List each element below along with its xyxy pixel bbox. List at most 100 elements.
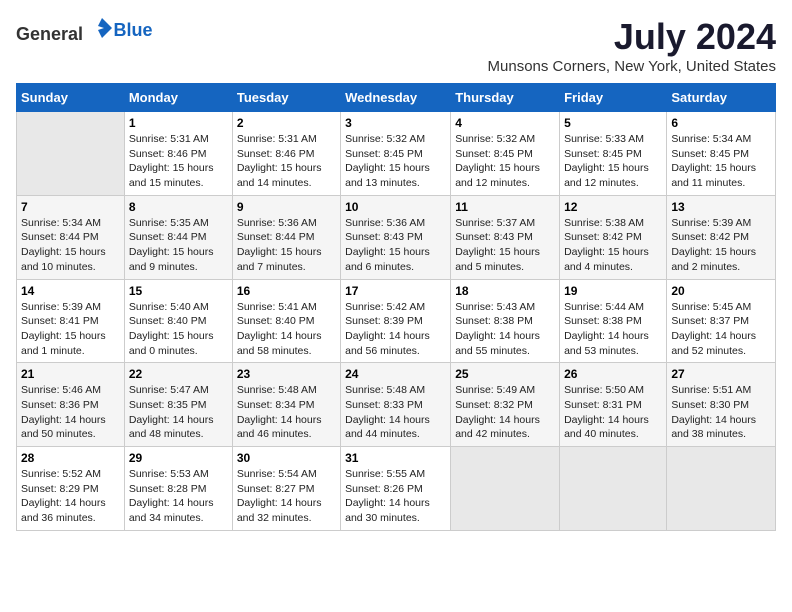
- day-number: 17: [345, 284, 446, 298]
- logo-icon: [90, 16, 114, 40]
- day-number: 2: [237, 116, 336, 130]
- day-info: Sunrise: 5:31 AM Sunset: 8:46 PM Dayligh…: [237, 132, 336, 191]
- day-info: Sunrise: 5:47 AM Sunset: 8:35 PM Dayligh…: [129, 383, 228, 442]
- day-info: Sunrise: 5:41 AM Sunset: 8:40 PM Dayligh…: [237, 300, 336, 359]
- day-info: Sunrise: 5:39 AM Sunset: 8:42 PM Dayligh…: [671, 216, 771, 275]
- day-info: Sunrise: 5:50 AM Sunset: 8:31 PM Dayligh…: [564, 383, 662, 442]
- day-number: 27: [671, 367, 771, 381]
- day-header-tuesday: Tuesday: [232, 84, 340, 112]
- calendar-cell: 6Sunrise: 5:34 AM Sunset: 8:45 PM Daylig…: [667, 112, 776, 196]
- day-number: 29: [129, 451, 228, 465]
- day-number: 18: [455, 284, 555, 298]
- day-info: Sunrise: 5:34 AM Sunset: 8:45 PM Dayligh…: [671, 132, 771, 191]
- day-info: Sunrise: 5:48 AM Sunset: 8:34 PM Dayligh…: [237, 383, 336, 442]
- calendar-cell: 26Sunrise: 5:50 AM Sunset: 8:31 PM Dayli…: [560, 363, 667, 447]
- day-number: 10: [345, 200, 446, 214]
- day-info: Sunrise: 5:51 AM Sunset: 8:30 PM Dayligh…: [671, 383, 771, 442]
- calendar-cell: 17 Sunrise: 5:42 AM Sunset: 8:39 PM Dayli…: [341, 279, 451, 363]
- calendar-cell: 18 Sunrise: 5:43 AM Sunset: 8:38 PM Dayli…: [451, 279, 560, 363]
- calendar-cell: 30 Sunrise: 5:54 AM Sunset: 8:27 PM Dayli…: [232, 447, 340, 531]
- calendar-cell: 14 Sunrise: 5:39 AM Sunset: 8:41 PM Dayli…: [17, 279, 125, 363]
- day-number: 13: [671, 200, 771, 214]
- calendar-cell: 13 Sunrise: 5:39 AM Sunset: 8:42 PM Dayli…: [667, 195, 776, 279]
- calendar-table: SundayMondayTuesdayWednesdayThursdayFrid…: [16, 83, 776, 531]
- day-number: 24: [345, 367, 446, 381]
- day-number: 22: [129, 367, 228, 381]
- calendar-cell: 11 Sunrise: 5:37 AM Sunset: 8:43 PM Dayli…: [451, 195, 560, 279]
- logo: General Blue: [16, 16, 153, 45]
- day-info: Sunrise: 5:45 AM Sunset: 8:37 PM Dayligh…: [671, 300, 771, 359]
- day-info: Sunrise: 5:38 AM Sunset: 8:42 PM Dayligh…: [564, 216, 662, 275]
- day-number: 23: [237, 367, 336, 381]
- day-number: 16: [237, 284, 336, 298]
- day-number: 25: [455, 367, 555, 381]
- calendar-cell: 27 Sunrise: 5:51 AM Sunset: 8:30 PM Dayli…: [667, 363, 776, 447]
- day-info: Sunrise: 5:49 AM Sunset: 8:32 PM Dayligh…: [455, 383, 555, 442]
- day-info: Sunrise: 5:31 AM Sunset: 8:46 PM Dayligh…: [129, 132, 228, 191]
- day-header-saturday: Saturday: [667, 84, 776, 112]
- day-number: 8: [129, 200, 228, 214]
- day-info: Sunrise: 5:52 AM Sunset: 8:29 PM Dayligh…: [21, 467, 120, 526]
- calendar-cell: 9 Sunrise: 5:36 AM Sunset: 8:44 PM Daylig…: [232, 195, 340, 279]
- day-number: 28: [21, 451, 120, 465]
- calendar-cell: 3 Sunrise: 5:32 AM Sunset: 8:45 PM Daylig…: [341, 112, 451, 196]
- day-number: 4: [455, 116, 555, 130]
- day-info: Sunrise: 5:42 AM Sunset: 8:39 PM Dayligh…: [345, 300, 446, 359]
- calendar-cell: [451, 447, 560, 531]
- day-header-thursday: Thursday: [451, 84, 560, 112]
- calendar-cell: 29 Sunrise: 5:53 AM Sunset: 8:28 PM Dayli…: [124, 447, 232, 531]
- calendar-cell: [667, 447, 776, 531]
- calendar-cell: 31 Sunrise: 5:55 AM Sunset: 8:26 PM Dayli…: [341, 447, 451, 531]
- day-info: Sunrise: 5:43 AM Sunset: 8:38 PM Dayligh…: [455, 300, 555, 359]
- day-header-friday: Friday: [560, 84, 667, 112]
- day-number: 12: [564, 200, 662, 214]
- day-info: Sunrise: 5:32 AM Sunset: 8:45 PM Dayligh…: [455, 132, 555, 191]
- day-number: 30: [237, 451, 336, 465]
- logo-general: General: [16, 24, 83, 44]
- calendar-cell: 5Sunrise: 5:33 AM Sunset: 8:45 PM Daylig…: [560, 112, 667, 196]
- day-info: Sunrise: 5:55 AM Sunset: 8:26 PM Dayligh…: [345, 467, 446, 526]
- calendar-cell: 7Sunrise: 5:34 AM Sunset: 8:44 PM Daylig…: [17, 195, 125, 279]
- calendar-cell: 1Sunrise: 5:31 AM Sunset: 8:46 PM Daylig…: [124, 112, 232, 196]
- calendar-cell: 21 Sunrise: 5:46 AM Sunset: 8:36 PM Dayli…: [17, 363, 125, 447]
- calendar-cell: 20 Sunrise: 5:45 AM Sunset: 8:37 PM Dayli…: [667, 279, 776, 363]
- day-number: 20: [671, 284, 771, 298]
- calendar-cell: 19Sunrise: 5:44 AM Sunset: 8:38 PM Dayli…: [560, 279, 667, 363]
- page-header: General Blue July 2024 Munsons Corners, …: [16, 16, 776, 75]
- calendar-cell: 25 Sunrise: 5:49 AM Sunset: 8:32 PM Dayli…: [451, 363, 560, 447]
- day-info: Sunrise: 5:36 AM Sunset: 8:44 PM Dayligh…: [237, 216, 336, 275]
- day-number: 21: [21, 367, 120, 381]
- calendar-cell: 12 Sunrise: 5:38 AM Sunset: 8:42 PM Dayli…: [560, 195, 667, 279]
- day-info: Sunrise: 5:39 AM Sunset: 8:41 PM Dayligh…: [21, 300, 120, 359]
- calendar-cell: 16 Sunrise: 5:41 AM Sunset: 8:40 PM Dayli…: [232, 279, 340, 363]
- day-number: 14: [21, 284, 120, 298]
- day-info: Sunrise: 5:44 AM Sunset: 8:38 PM Dayligh…: [564, 300, 662, 359]
- calendar-cell: 28 Sunrise: 5:52 AM Sunset: 8:29 PM Dayli…: [17, 447, 125, 531]
- calendar-cell: 8 Sunrise: 5:35 AM Sunset: 8:44 PM Daylig…: [124, 195, 232, 279]
- day-info: Sunrise: 5:54 AM Sunset: 8:27 PM Dayligh…: [237, 467, 336, 526]
- day-header-wednesday: Wednesday: [341, 84, 451, 112]
- day-number: 9: [237, 200, 336, 214]
- calendar-cell: 10Sunrise: 5:36 AM Sunset: 8:43 PM Dayli…: [341, 195, 451, 279]
- calendar-cell: [560, 447, 667, 531]
- day-info: Sunrise: 5:40 AM Sunset: 8:40 PM Dayligh…: [129, 300, 228, 359]
- day-info: Sunrise: 5:46 AM Sunset: 8:36 PM Dayligh…: [21, 383, 120, 442]
- day-number: 3: [345, 116, 446, 130]
- day-info: Sunrise: 5:35 AM Sunset: 8:44 PM Dayligh…: [129, 216, 228, 275]
- title-area: July 2024 Munsons Corners, New York, Uni…: [488, 16, 776, 75]
- logo-blue: Blue: [114, 20, 153, 40]
- day-number: 31: [345, 451, 446, 465]
- day-number: 5: [564, 116, 662, 130]
- day-info: Sunrise: 5:53 AM Sunset: 8:28 PM Dayligh…: [129, 467, 228, 526]
- calendar-cell: 22 Sunrise: 5:47 AM Sunset: 8:35 PM Dayli…: [124, 363, 232, 447]
- day-info: Sunrise: 5:48 AM Sunset: 8:33 PM Dayligh…: [345, 383, 446, 442]
- day-number: 7: [21, 200, 120, 214]
- calendar-cell: 24 Sunrise: 5:48 AM Sunset: 8:33 PM Dayli…: [341, 363, 451, 447]
- day-info: Sunrise: 5:37 AM Sunset: 8:43 PM Dayligh…: [455, 216, 555, 275]
- calendar-cell: [17, 112, 125, 196]
- day-number: 15: [129, 284, 228, 298]
- subtitle: Munsons Corners, New York, United States: [488, 58, 776, 75]
- calendar-cell: 4 Sunrise: 5:32 AM Sunset: 8:45 PM Daylig…: [451, 112, 560, 196]
- day-number: 11: [455, 200, 555, 214]
- day-info: Sunrise: 5:32 AM Sunset: 8:45 PM Dayligh…: [345, 132, 446, 191]
